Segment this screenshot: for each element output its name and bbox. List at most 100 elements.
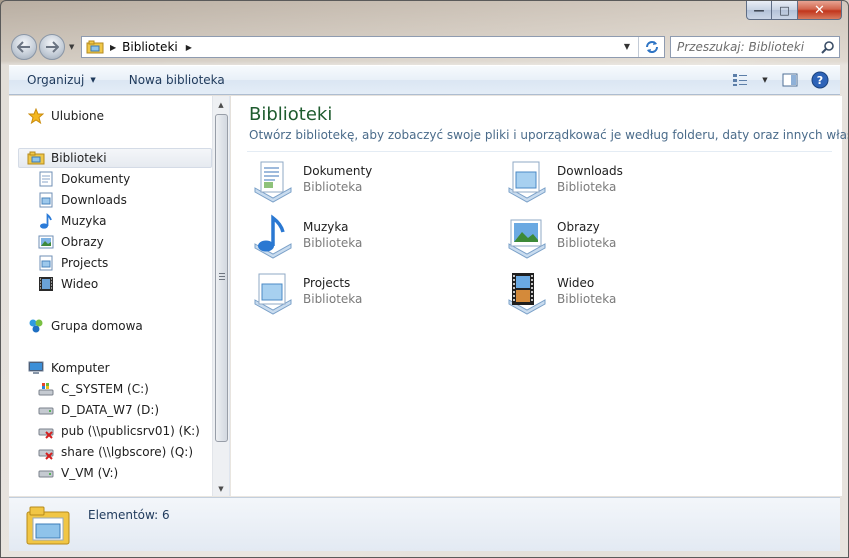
command-bar: Organizuj ▼ Nowa biblioteka ▼ ? [9, 65, 840, 95]
nav-library-muzyka[interactable]: Muzyka [37, 211, 106, 231]
nav-drive-label: pub (\\publicsrv01) (K:) [61, 424, 200, 438]
scroll-down-icon[interactable]: ▼ [213, 481, 229, 497]
preview-pane-button[interactable] [780, 71, 800, 89]
back-button[interactable] [11, 34, 37, 60]
nav-computer-label: Komputer [51, 361, 110, 375]
details-pane: Elementów: 6 [9, 497, 840, 551]
content-pane: Biblioteki Otwórz bibliotekę, aby zobacz… [231, 96, 848, 496]
recent-pages-dropdown[interactable]: ▼ [69, 43, 74, 51]
nav-favorites-label: Ulubione [51, 109, 105, 123]
page-subtitle: Otwórz bibliotekę, aby zobaczyć swoje pl… [249, 128, 849, 142]
nav-libraries[interactable]: Biblioteki [18, 148, 212, 168]
library-tile-dokumenty[interactable]: Dokumenty Biblioteka [249, 158, 489, 208]
view-controls: ▼ ? [730, 71, 830, 89]
search-box[interactable]: Przeszukaj: Biblioteki [670, 36, 840, 58]
library-tile-projects[interactable]: Projects Biblioteka [249, 270, 489, 320]
refresh-button[interactable] [638, 37, 664, 57]
navigation-row: ▼ ▶ Biblioteki ▶ ▼ Przeszukaj: Bibliotek… [11, 34, 840, 60]
nav-library-label: Projects [61, 256, 109, 270]
documents-library-icon [254, 161, 292, 203]
library-name: Wideo [557, 276, 595, 290]
explorer-window: — □ ✕ ▼ ▶ Biblioteki ▶ ▼ Przeszukaj: Bib… [0, 0, 849, 558]
film-strip-icon [37, 276, 55, 292]
back-arrow-icon [17, 41, 30, 53]
page-title: Biblioteki [249, 104, 333, 125]
address-bar[interactable]: ▶ Biblioteki ▶ ▼ [81, 36, 665, 58]
grip-icon [219, 273, 225, 282]
library-name: Downloads [557, 164, 623, 178]
nav-scrollbar[interactable]: ▲ ▼ [212, 96, 229, 496]
documents-icon [37, 171, 55, 187]
nav-library-obrazy[interactable]: Obrazy [37, 232, 104, 252]
libraries-icon [27, 150, 45, 166]
nav-homegroup-label: Grupa domowa [51, 319, 143, 333]
library-tile-downloads[interactable]: Downloads Biblioteka [503, 158, 743, 208]
refresh-icon [645, 41, 658, 53]
forward-arrow-icon [46, 41, 59, 53]
music-library-icon [254, 214, 292, 259]
breadcrumb-item[interactable]: Biblioteki [122, 40, 178, 54]
svg-text:?: ? [817, 74, 823, 87]
nav-homegroup[interactable]: Grupa domowa [27, 316, 143, 336]
new-library-button[interactable]: Nowa biblioteka [111, 73, 240, 87]
nav-drive-label: V_VM (V:) [61, 466, 119, 480]
library-tile-muzyka[interactable]: Muzyka Biblioteka [249, 214, 489, 264]
star-icon [27, 108, 45, 124]
minimize-button[interactable]: — [746, 1, 772, 20]
change-view-button[interactable] [730, 71, 750, 89]
nav-library-label: Dokumenty [61, 172, 131, 186]
close-button[interactable]: ✕ [798, 1, 842, 20]
nav-favorites[interactable]: Ulubione [27, 106, 104, 126]
nav-library-projects[interactable]: Projects [37, 253, 108, 273]
library-type: Biblioteka [557, 236, 617, 250]
help-icon: ? [811, 71, 829, 89]
nav-drive-k[interactable]: pub (\\publicsrv01) (K:) [37, 421, 200, 441]
nav-drive-d[interactable]: D_DATA_W7 (D:) [37, 400, 159, 420]
nav-libraries-label: Biblioteki [51, 151, 107, 165]
organize-label: Organizuj [27, 73, 85, 87]
library-folder-icon [37, 192, 55, 208]
video-library-icon [508, 273, 546, 315]
system-drive-icon [37, 381, 55, 397]
scroll-thumb[interactable] [215, 114, 228, 442]
breadcrumb-separator-icon[interactable]: ▶ [186, 43, 192, 52]
preview-pane-icon [782, 73, 798, 87]
nav-drive-label: D_DATA_W7 (D:) [61, 403, 160, 417]
breadcrumb-separator-icon[interactable]: ▶ [110, 43, 116, 52]
organize-button[interactable]: Organizuj ▼ [9, 73, 111, 87]
help-button[interactable]: ? [810, 71, 830, 89]
nav-library-downloads[interactable]: Downloads [37, 190, 127, 210]
disconnected-network-drive-icon [37, 444, 55, 460]
nav-library-wideo[interactable]: Wideo [37, 274, 98, 294]
library-name: Muzyka [303, 220, 349, 234]
nav-drive-q[interactable]: share (\\lgbscore) (Q:) [37, 442, 193, 462]
caption-buttons: — □ ✕ [746, 1, 842, 20]
scroll-up-icon[interactable]: ▲ [213, 97, 229, 113]
maximize-button[interactable]: □ [772, 1, 798, 20]
nav-drive-v[interactable]: V_VM (V:) [37, 463, 118, 483]
pictures-icon [37, 234, 55, 250]
nav-library-dokumenty[interactable]: Dokumenty [37, 169, 130, 189]
search-input[interactable]: Przeszukaj: Biblioteki [677, 40, 817, 54]
library-tile-obrazy[interactable]: Obrazy Biblioteka [503, 214, 743, 264]
nav-library-label: Muzyka [61, 214, 107, 228]
nav-library-label: Obrazy [61, 235, 104, 249]
search-icon[interactable] [817, 40, 839, 54]
view-options-dropdown[interactable]: ▼ [760, 71, 770, 89]
libraries-folder-icon [26, 506, 70, 545]
library-type: Biblioteka [303, 236, 363, 250]
libraries-icon [86, 40, 104, 54]
pictures-library-icon [508, 219, 546, 259]
library-name: Obrazy [557, 220, 600, 234]
navigation-pane: Ulubione Biblioteki Dokumenty Downloads [9, 96, 230, 496]
address-dropdown-icon[interactable]: ▼ [624, 42, 630, 51]
nav-drive-c[interactable]: C_SYSTEM (C:) [37, 379, 149, 399]
library-tile-wideo[interactable]: Wideo Biblioteka [503, 270, 743, 320]
item-count: Elementów: 6 [88, 508, 170, 522]
computer-icon [27, 360, 45, 376]
nav-computer[interactable]: Komputer [27, 358, 110, 378]
new-library-label: Nowa biblioteka [128, 73, 225, 87]
forward-button[interactable] [39, 34, 65, 60]
generic-library-icon [508, 161, 546, 203]
nav-drive-label: C_SYSTEM (C:) [61, 382, 149, 396]
